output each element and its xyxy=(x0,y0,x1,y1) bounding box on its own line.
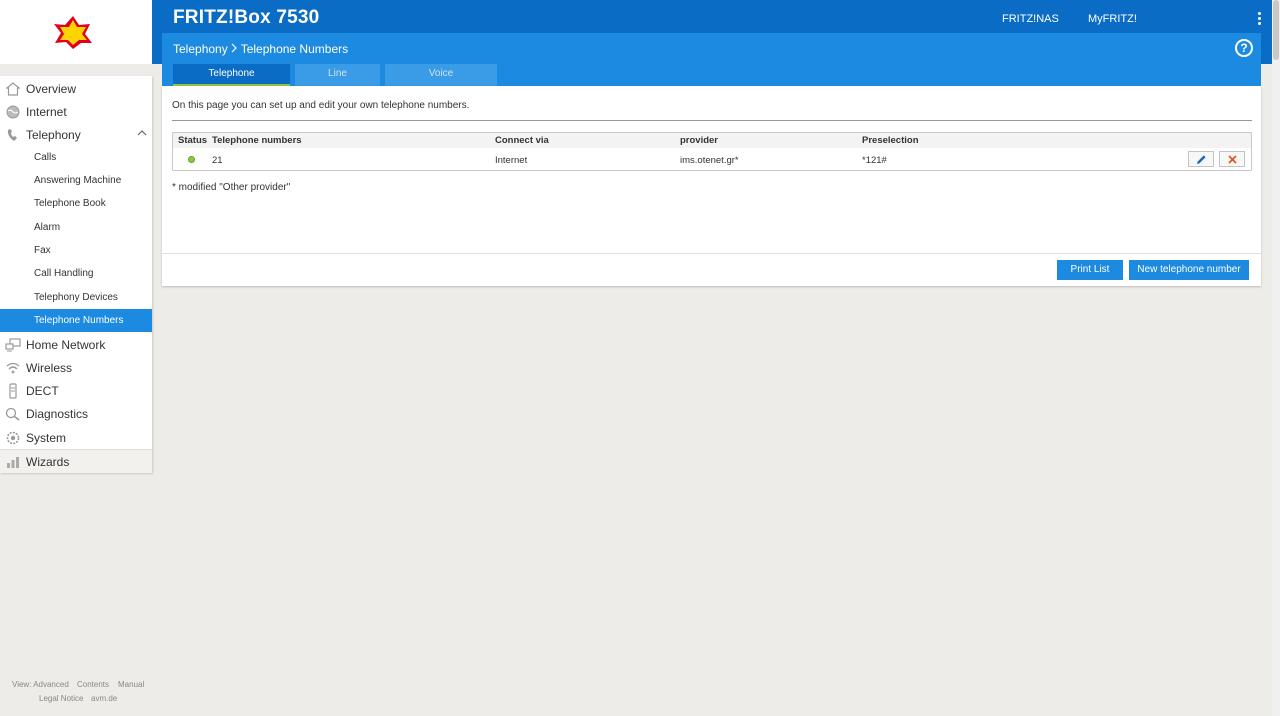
sidebar-subitem-answering-machine[interactable]: Answering Machine xyxy=(0,170,152,192)
wifi-icon xyxy=(5,360,21,376)
status-active-icon xyxy=(188,156,195,163)
sidebar-subitem-telephone-book[interactable]: Telephone Book xyxy=(0,193,152,215)
breadcrumb-parent[interactable]: Telephony xyxy=(173,42,228,56)
fritz-logo[interactable] xyxy=(52,15,94,49)
sidebar-item-diagnostics[interactable]: Diagnostics xyxy=(0,402,152,425)
legal-notice-link[interactable]: Legal Notice xyxy=(39,694,83,703)
logo-area xyxy=(0,0,152,64)
scrollbar[interactable] xyxy=(1272,0,1280,716)
breadcrumb: Telephony Telephone Numbers xyxy=(173,42,348,56)
sidebar-item-label: Wireless xyxy=(26,360,73,375)
telephone-numbers-table: Status Telephone numbers Connect via pro… xyxy=(172,132,1252,171)
column-header-status: Status xyxy=(178,135,208,146)
new-telephone-number-button[interactable]: New telephone number xyxy=(1129,260,1249,280)
print-list-button[interactable]: Print List xyxy=(1057,260,1123,280)
sidebar-item-dect[interactable]: DECT xyxy=(0,379,152,402)
column-header-telephone-numbers: Telephone numbers xyxy=(212,135,302,146)
table-header: Status Telephone numbers Connect via pro… xyxy=(173,133,1251,148)
sidebar-item-label: Telephony xyxy=(26,127,81,142)
cell-number: 21 xyxy=(212,155,223,166)
breadcrumb-bar: Telephony Telephone Numbers ? Telephone … xyxy=(162,33,1261,99)
sidebar-item-label: Home Network xyxy=(26,337,106,352)
myfritz-link[interactable]: MyFRITZ! xyxy=(1088,13,1137,25)
sidebar-item-wizards[interactable]: Wizards xyxy=(0,449,152,473)
home-icon xyxy=(5,81,21,97)
scrollbar-thumb[interactable] xyxy=(1273,0,1279,60)
sidebar-item-label: Diagnostics xyxy=(26,406,89,421)
breadcrumb-current: Telephone Numbers xyxy=(240,42,349,56)
sidebar-subitem-alarm[interactable]: Alarm xyxy=(0,217,152,239)
sidebar-item-label: Overview xyxy=(26,81,77,96)
network-icon xyxy=(5,337,21,353)
button-bar-divider xyxy=(162,253,1261,254)
globe-icon xyxy=(5,104,21,120)
sidebar-item-label: System xyxy=(26,430,67,445)
cell-provider: ims.otenet.gr* xyxy=(680,155,739,166)
chevron-right-icon xyxy=(231,43,237,52)
sidebar-item-wireless[interactable]: Wireless xyxy=(0,356,152,379)
column-header-preselection: Preselection xyxy=(862,135,919,146)
column-header-connect-via: Connect via xyxy=(495,135,549,146)
sidebar-item-system[interactable]: System xyxy=(0,426,152,449)
sidebar-subitem-fax[interactable]: Fax xyxy=(0,240,152,262)
tab-line-settings[interactable]: Line Settings xyxy=(295,64,380,99)
footnote: * modified "Other provider" xyxy=(172,182,291,193)
sidebar-item-internet[interactable]: Internet xyxy=(0,100,152,123)
content-panel: On this page you can set up and edit you… xyxy=(162,86,1261,286)
diagnostics-icon xyxy=(5,406,21,422)
sidebar-subitem-calls[interactable]: Calls xyxy=(0,147,152,169)
divider xyxy=(172,120,1252,121)
edit-button[interactable] xyxy=(1188,151,1214,167)
sidebar-item-telephony[interactable]: Telephony xyxy=(0,123,152,146)
phone-icon xyxy=(5,127,21,143)
sidebar-item-label: Internet xyxy=(26,104,67,119)
dect-icon xyxy=(5,382,21,399)
manual-link[interactable]: Manual xyxy=(118,680,144,689)
help-icon[interactable]: ? xyxy=(1235,39,1253,57)
sidebar-subitem-telephony-devices[interactable]: Telephony Devices xyxy=(0,287,152,309)
avm-site-link[interactable]: avm.de xyxy=(91,694,117,703)
app-title: FRITZ!Box 7530 xyxy=(173,7,320,28)
wizard-icon xyxy=(5,454,21,470)
chevron-up-icon[interactable] xyxy=(137,128,147,138)
sidebar: Overview Internet Telephony Calls Answer… xyxy=(0,76,152,473)
fritz-nas-link[interactable]: FRITZ!NAS xyxy=(1002,13,1059,25)
tab-voice-transmission[interactable]: Voice Transmission xyxy=(385,64,497,99)
tab-telephone-numbers[interactable]: Telephone Numbers xyxy=(173,64,290,99)
sidebar-subitem-telephone-numbers[interactable]: Telephone Numbers xyxy=(0,309,152,332)
sidebar-item-home-network[interactable]: Home Network xyxy=(0,333,152,356)
column-header-provider: provider xyxy=(680,135,719,146)
page-intro: On this page you can set up and edit you… xyxy=(172,100,470,111)
system-icon xyxy=(5,430,21,446)
close-icon xyxy=(1227,154,1237,164)
tab-bar: Telephone Numbers Line Settings Voice Tr… xyxy=(173,64,502,99)
cell-preselection: *121# xyxy=(862,155,887,166)
more-menu-icon[interactable] xyxy=(1254,12,1264,28)
delete-button[interactable] xyxy=(1219,151,1245,167)
sidebar-item-label: DECT xyxy=(26,383,59,398)
contents-link[interactable]: Contents xyxy=(77,680,109,689)
sidebar-subitem-call-handling[interactable]: Call Handling xyxy=(0,263,152,285)
table-row: 21 Internet ims.otenet.gr* *121# xyxy=(173,149,1251,171)
sidebar-item-overview[interactable]: Overview xyxy=(0,77,152,100)
pencil-icon xyxy=(1196,154,1206,164)
breadcrumb-separator xyxy=(231,43,238,56)
view-advanced-link[interactable]: View: Advanced xyxy=(12,680,69,689)
cell-connect-via: Internet xyxy=(495,155,528,166)
sidebar-item-label: Wizards xyxy=(26,454,70,469)
